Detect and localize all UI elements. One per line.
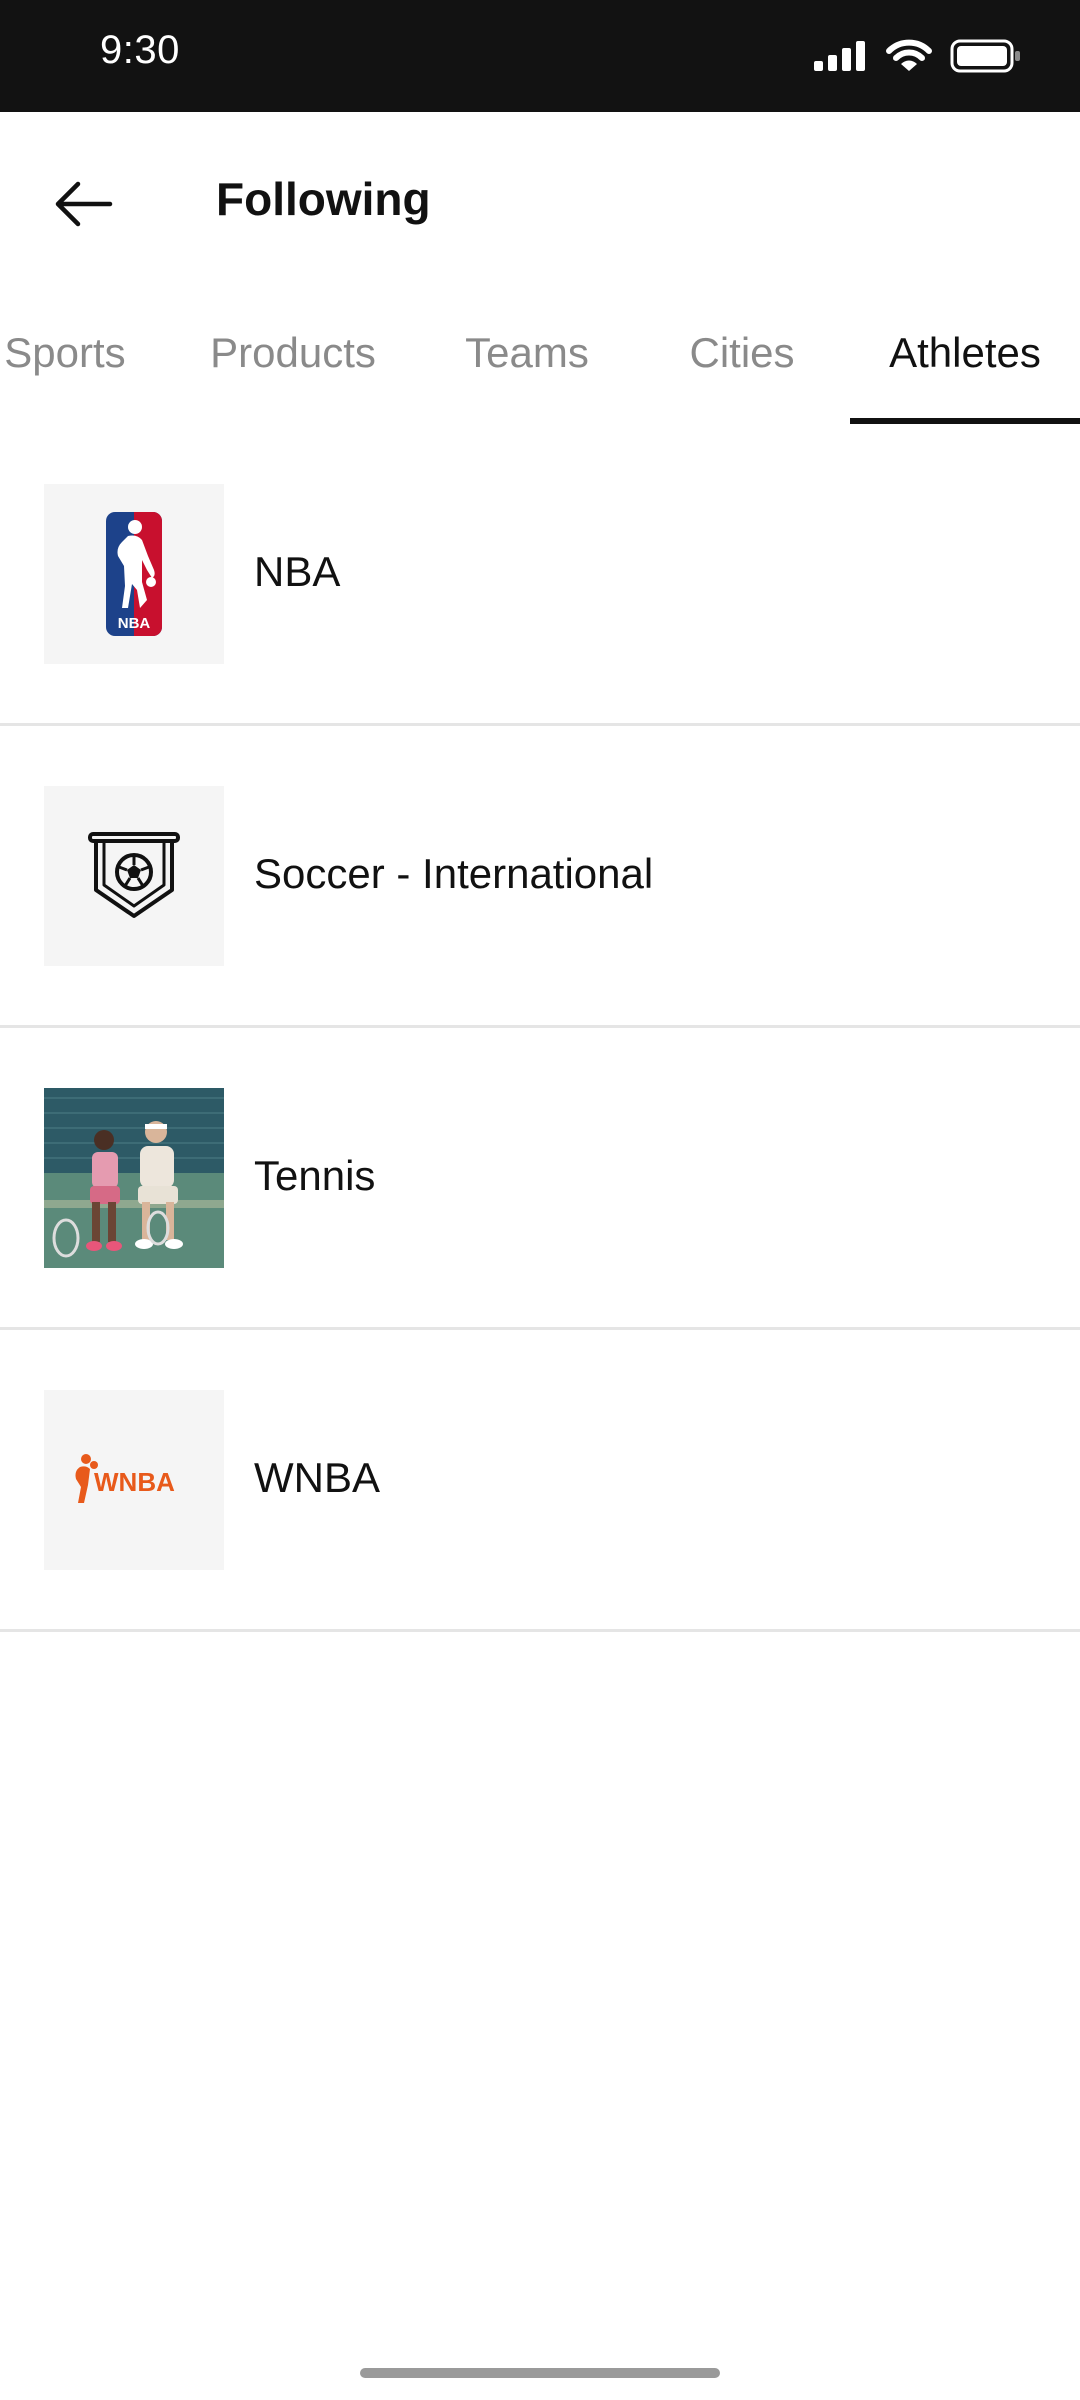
list-item[interactable]: Tennis <box>0 1028 1080 1330</box>
status-icons <box>814 36 1022 76</box>
list-item-label: NBA <box>254 548 341 595</box>
list-item[interactable]: Soccer - International <box>0 726 1080 1028</box>
tennis-photo <box>44 1088 224 1268</box>
status-bar: 9:30 <box>0 0 1080 112</box>
nba-logo-icon: NBA <box>44 484 224 664</box>
battery-icon <box>950 39 1020 73</box>
back-button[interactable] <box>42 162 126 246</box>
list-item-label: Tennis <box>254 1152 376 1199</box>
list-item-label: Soccer - International <box>254 850 654 897</box>
status-time: 9:30 <box>100 28 180 72</box>
soccer-crest-icon <box>44 786 224 966</box>
wifi-icon <box>886 39 932 71</box>
list-item[interactable]: NBA NBA <box>0 424 1080 726</box>
svg-text:NBA: NBA <box>118 615 151 632</box>
arrow-left-icon <box>55 181 113 227</box>
svg-text:WNBA: WNBA <box>94 1467 175 1497</box>
wnba-logo-icon: WNBA <box>44 1390 224 1570</box>
tab-sports[interactable]: Sports <box>0 282 140 424</box>
tab-teams[interactable]: Teams <box>452 282 602 424</box>
following-list: NBA NBA Soccer - International Tennis WN… <box>0 424 1080 1632</box>
home-indicator[interactable] <box>360 2368 720 2378</box>
list-item-label: WNBA <box>254 1454 380 1501</box>
tab-bar: Sports Products Teams Cities Athletes <box>0 282 1080 424</box>
page-title: Following <box>216 173 431 225</box>
list-item[interactable]: WNBA WNBA <box>0 1330 1080 1632</box>
tab-athletes[interactable]: Athletes <box>860 282 1070 424</box>
tab-cities[interactable]: Cities <box>672 282 812 424</box>
header: Following <box>0 112 1080 282</box>
cellular-signal-icon <box>814 41 865 71</box>
tab-products[interactable]: Products <box>188 282 398 424</box>
